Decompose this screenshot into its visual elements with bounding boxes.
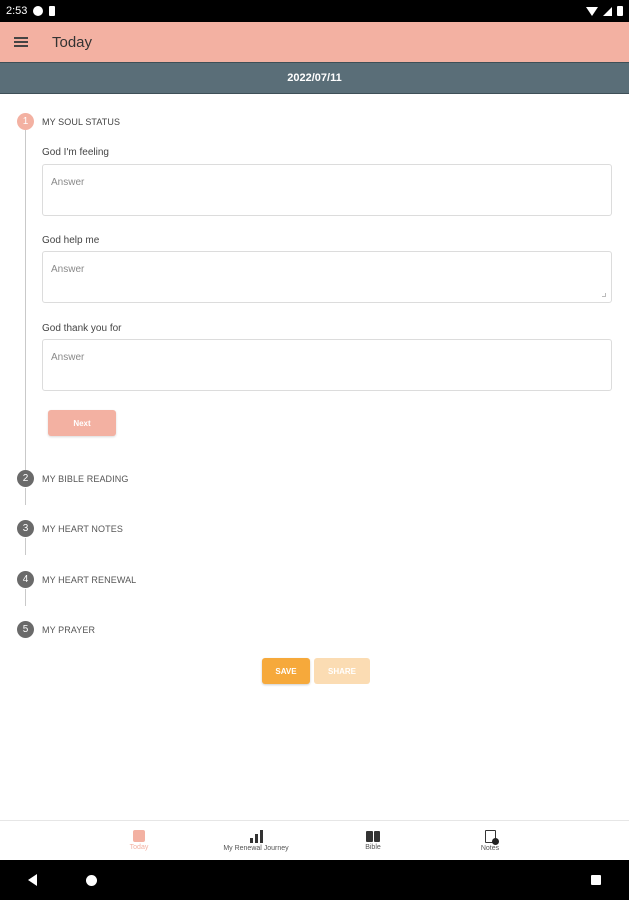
bottom-navigation: Today My Renewal Journey Bible Notes <box>0 820 629 860</box>
book-icon <box>366 830 380 842</box>
step-number: 3 <box>17 520 34 537</box>
step-heart-renewal[interactable]: 4 MY HEART RENEWAL <box>17 571 136 588</box>
feeling-field[interactable] <box>42 164 612 216</box>
step-number: 4 <box>17 571 34 588</box>
step-label: MY PRAYER <box>42 624 96 635</box>
thanks-field[interactable] <box>42 339 612 391</box>
step-number: 5 <box>17 621 34 638</box>
nav-label: Today <box>129 844 149 851</box>
step-label: MY BIBLE READING <box>42 473 129 484</box>
help-input[interactable] <box>43 252 611 302</box>
notes-icon <box>484 829 499 845</box>
page-title: Today <box>52 33 93 51</box>
home-icon[interactable] <box>85 874 97 886</box>
status-time: 2:53 <box>6 5 28 17</box>
thanks-label: God thank you for <box>42 323 122 334</box>
status-bar: 2:53 <box>0 0 629 22</box>
nav-notes[interactable]: Notes <box>432 821 549 860</box>
step-connector <box>25 538 26 555</box>
feeling-input[interactable] <box>43 165 611 215</box>
sd-card-icon <box>49 6 56 16</box>
app-bar: Today <box>0 22 629 62</box>
step-label: MY SOUL STATUS <box>42 116 121 127</box>
signal-icon <box>603 6 612 16</box>
back-icon[interactable] <box>28 874 37 886</box>
step-label: MY HEART NOTES <box>42 523 123 534</box>
nav-label: My Renewal Journey <box>223 844 289 852</box>
step-number: 1 <box>17 113 34 130</box>
step-prayer[interactable]: 5 MY PRAYER <box>17 621 95 638</box>
step-heart-notes[interactable]: 3 MY HEART NOTES <box>17 520 123 537</box>
wifi-icon <box>586 6 598 16</box>
date-bar: 2022/07/11 <box>0 62 629 94</box>
resize-handle[interactable] <box>602 293 606 297</box>
step-soul-status[interactable]: 1 MY SOUL STATUS <box>17 113 120 130</box>
nav-label: Bible <box>365 843 381 851</box>
system-navigation-bar <box>0 860 629 900</box>
today-icon <box>133 830 145 842</box>
step-connector <box>25 589 26 606</box>
step-connector <box>25 488 26 505</box>
save-button[interactable]: SAVE <box>262 658 310 684</box>
nav-today[interactable]: Today <box>81 821 198 860</box>
current-date: 2022/07/11 <box>287 72 342 84</box>
step-label: MY HEART RENEWAL <box>42 574 137 585</box>
help-field[interactable] <box>42 251 612 303</box>
nav-bible[interactable]: Bible <box>315 821 432 860</box>
step-number: 2 <box>17 470 34 487</box>
hamburger-menu-icon[interactable] <box>14 37 28 47</box>
help-label: God help me <box>42 235 100 246</box>
action-buttons: SAVE SHARE <box>262 658 370 684</box>
notification-icon <box>33 6 44 16</box>
step-connector <box>25 130 26 470</box>
nav-renewal-journey[interactable]: My Renewal Journey <box>198 821 315 860</box>
nav-label: Notes <box>480 844 500 852</box>
battery-icon <box>617 6 623 16</box>
thanks-input[interactable] <box>43 340 611 390</box>
recent-apps-icon[interactable] <box>591 875 601 885</box>
step-bible-reading[interactable]: 2 MY BIBLE READING <box>17 470 128 487</box>
next-button[interactable]: Next <box>48 410 116 436</box>
share-button[interactable]: SHARE <box>314 658 370 684</box>
feeling-label: God I'm feeling <box>42 147 109 158</box>
bar-chart-icon <box>249 829 263 843</box>
